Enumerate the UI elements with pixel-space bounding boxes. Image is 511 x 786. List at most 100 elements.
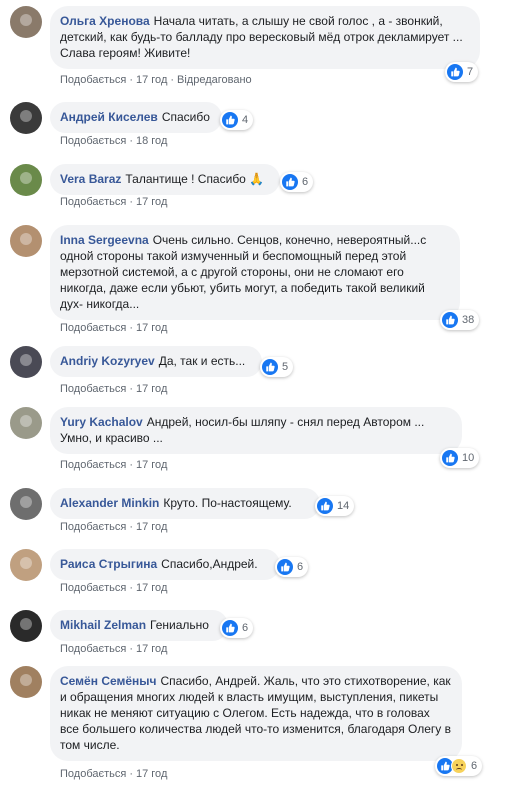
comment-author[interactable]: Vera Baraz: [60, 172, 121, 186]
comment-timestamp[interactable]: 17 год: [136, 196, 167, 208]
avatar-silhouette: [20, 415, 32, 427]
like-icon: [442, 312, 458, 328]
separator-dot: ·: [129, 459, 133, 471]
reaction-summary[interactable]: 6: [280, 172, 314, 192]
avatar[interactable]: [10, 6, 42, 38]
comment-meta: Подобається · 17 год · Відредаговано: [60, 73, 252, 87]
like-link[interactable]: Подобається: [60, 521, 126, 533]
comment-timestamp[interactable]: 17 год: [136, 582, 167, 594]
avatar[interactable]: [10, 610, 42, 642]
comment-meta: Подобається · 17 год: [60, 382, 167, 396]
comment-meta: Подобається · 17 год: [60, 321, 167, 335]
avatar-silhouette: [20, 14, 32, 26]
reaction-count: 6: [297, 561, 304, 573]
reaction-count: 7: [467, 66, 474, 78]
avatar[interactable]: [10, 164, 42, 196]
comment-text: Да, так и есть...: [158, 354, 246, 368]
comment-author[interactable]: Inna Sergeevna: [60, 233, 149, 247]
avatar[interactable]: [10, 549, 42, 581]
like-link[interactable]: Подобається: [60, 74, 126, 86]
comment-meta: Подобається · 18 год: [60, 134, 167, 148]
separator-dot: ·: [129, 383, 133, 395]
comment-author[interactable]: Андрей Киселев: [60, 110, 158, 124]
separator-dot: ·: [129, 74, 133, 86]
reaction-summary[interactable]: 4: [220, 110, 254, 130]
comment-timestamp[interactable]: 17 год: [136, 643, 167, 655]
avatar-silhouette: [20, 496, 32, 508]
comment-text: Гениально: [150, 618, 209, 632]
comment-author[interactable]: Семён Семёныч: [60, 674, 157, 688]
comment-bubble: Vera Baraz Талантище ! Спасибо 🙏: [50, 164, 280, 195]
comment-author[interactable]: Раиса Стрыгина: [60, 557, 157, 571]
comment-author[interactable]: Alexander Minkin: [60, 496, 159, 510]
reaction-summary[interactable]: 14: [315, 496, 355, 516]
comment-bubble: Семён Семёныч Спасибо, Андрей. Жаль, что …: [50, 666, 462, 761]
reaction-summary[interactable]: 6: [275, 557, 309, 577]
avatar[interactable]: [10, 488, 42, 520]
comment-author[interactable]: Yury Kachalov: [60, 415, 143, 429]
comment-text: Спасибо,Андрей.: [161, 557, 258, 571]
reaction-count: 38: [462, 314, 475, 326]
comment-timestamp[interactable]: 17 год: [136, 768, 167, 780]
separator-dot: ·: [129, 582, 133, 594]
comment-bubble: Inna Sergeevna Очень сильно. Сенцов, коне…: [50, 225, 460, 320]
like-link[interactable]: Подобається: [60, 643, 126, 655]
comment-text: Талантище ! Спасибо 🙏: [125, 172, 265, 186]
edited-label[interactable]: Відредаговано: [177, 74, 252, 86]
like-link[interactable]: Подобається: [60, 322, 126, 334]
like-link[interactable]: Подобається: [60, 582, 126, 594]
reaction-count: 6: [471, 760, 478, 772]
like-link[interactable]: Подобається: [60, 459, 126, 471]
like-icon: [277, 559, 293, 575]
like-icon: [222, 620, 238, 636]
like-link[interactable]: Подобається: [60, 135, 126, 147]
avatar[interactable]: [10, 666, 42, 698]
separator-dot: ·: [129, 322, 133, 334]
like-icon: [222, 112, 238, 128]
reaction-summary[interactable]: 7: [445, 62, 479, 82]
avatar[interactable]: [10, 346, 42, 378]
avatar[interactable]: [10, 102, 42, 134]
like-icon: [447, 64, 463, 80]
comment-timestamp[interactable]: 17 год: [136, 459, 167, 471]
comment-author[interactable]: Andriy Kozyryev: [60, 354, 155, 368]
avatar-silhouette: [20, 618, 32, 630]
like-icon: [442, 450, 458, 466]
comment-text: Спасибо: [161, 110, 210, 124]
comment-meta: Подобається · 17 год: [60, 458, 167, 472]
reaction-count: 10: [462, 452, 475, 464]
avatar-silhouette: [20, 674, 32, 686]
sad-icon: [451, 758, 467, 774]
comment-meta: Подобається · 17 год: [60, 767, 167, 781]
comment-meta: Подобається · 17 год: [60, 642, 167, 656]
like-link[interactable]: Подобається: [60, 196, 126, 208]
comment-bubble: Mikhail Zelman Гениально: [50, 610, 228, 641]
reaction-summary[interactable]: 38: [440, 310, 480, 330]
separator-dot: ·: [129, 643, 133, 655]
comment-timestamp[interactable]: 17 год: [136, 74, 167, 86]
avatar-silhouette: [20, 110, 32, 122]
comment-bubble: Андрей Киселев Спасибо: [50, 102, 222, 133]
comment-timestamp[interactable]: 17 год: [136, 322, 167, 334]
comment-text: Круто. По-настоящему.: [163, 496, 292, 510]
comment-timestamp[interactable]: 17 год: [136, 383, 167, 395]
comment-meta: Подобається · 17 год: [60, 581, 167, 595]
avatar[interactable]: [10, 407, 42, 439]
comment-author[interactable]: Ольга Хренова: [60, 14, 150, 28]
reaction-summary[interactable]: 6: [220, 618, 254, 638]
comment-timestamp[interactable]: 18 год: [136, 135, 167, 147]
avatar[interactable]: [10, 225, 42, 257]
reaction-summary[interactable]: 6: [435, 756, 483, 776]
reaction-summary[interactable]: 10: [440, 448, 480, 468]
reaction-summary[interactable]: 5: [260, 357, 294, 377]
separator-dot: ·: [129, 768, 133, 780]
comment-author[interactable]: Mikhail Zelman: [60, 618, 146, 632]
comment-bubble: Раиса Стрыгина Спасибо,Андрей.: [50, 549, 280, 580]
comment-timestamp[interactable]: 17 год: [136, 521, 167, 533]
like-link[interactable]: Подобається: [60, 768, 126, 780]
comment-bubble: Alexander Minkin Круто. По-настоящему.: [50, 488, 320, 519]
like-link[interactable]: Подобається: [60, 383, 126, 395]
separator-dot: ·: [129, 135, 133, 147]
reaction-count: 6: [242, 622, 249, 634]
reaction-count: 14: [337, 500, 350, 512]
